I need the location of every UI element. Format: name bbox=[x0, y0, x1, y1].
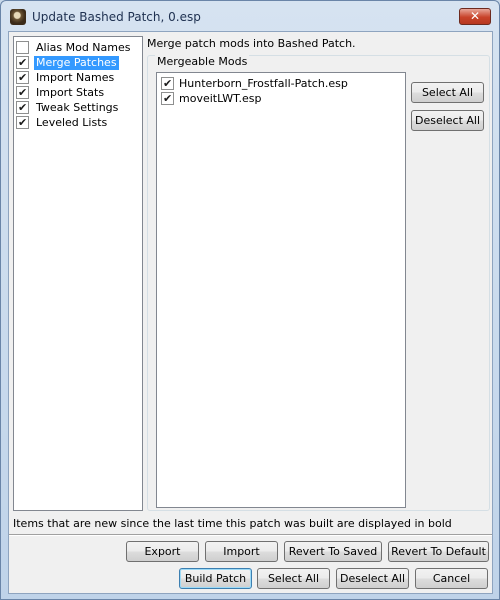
checkbox[interactable]: ✔ bbox=[16, 86, 29, 99]
check-icon: ✔ bbox=[163, 92, 173, 105]
select-all-button[interactable]: Select All bbox=[257, 568, 330, 589]
export-button[interactable]: Export bbox=[126, 541, 199, 562]
mods-select-all-button[interactable]: Select All bbox=[411, 82, 484, 103]
window-title: Update Bashed Patch, 0.esp bbox=[32, 10, 201, 24]
deselect-all-button[interactable]: Deselect All bbox=[336, 568, 409, 589]
checkbox[interactable]: ✔ bbox=[16, 116, 29, 129]
patch-item-leveled-lists[interactable]: ✔ Leveled Lists bbox=[16, 115, 140, 130]
mods-list: ✔ Hunterborn_Frostfall-Patch.esp ✔ movei… bbox=[156, 72, 406, 508]
check-icon: ✔ bbox=[18, 71, 28, 84]
mergeable-mods-group: Mergeable Mods ✔ Hunterborn_Frostfall-Pa… bbox=[147, 55, 490, 511]
patch-description: Merge patch mods into Bashed Patch. bbox=[147, 37, 356, 50]
checkbox[interactable]: ✔ bbox=[161, 77, 174, 90]
check-icon: ✔ bbox=[18, 56, 28, 69]
mod-item[interactable]: ✔ Hunterborn_Frostfall-Patch.esp bbox=[161, 76, 350, 91]
cancel-button[interactable]: Cancel bbox=[415, 568, 488, 589]
patch-item-label: Import Names bbox=[36, 70, 115, 84]
patch-item-label: Alias Mod Names bbox=[36, 40, 131, 54]
mod-label: Hunterborn_Frostfall-Patch.esp bbox=[179, 76, 348, 90]
group-title: Mergeable Mods bbox=[155, 55, 250, 68]
bold-items-note: Items that are new since the last time t… bbox=[13, 517, 452, 530]
patch-item-label: Import Stats bbox=[36, 85, 105, 99]
patch-list: Alias Mod Names ✔ Merge Patches ✔ Import… bbox=[13, 36, 143, 511]
checkbox[interactable]: ✔ bbox=[16, 71, 29, 84]
patch-item-tweak-settings[interactable]: ✔ Tweak Settings bbox=[16, 100, 140, 115]
close-button[interactable]: ✕ bbox=[459, 8, 491, 25]
dialog-window: Update Bashed Patch, 0.esp ✕ Alias Mod N… bbox=[0, 0, 500, 600]
patch-item-alias-mod-names[interactable]: Alias Mod Names bbox=[16, 40, 140, 55]
checkbox[interactable]: ✔ bbox=[161, 92, 174, 105]
patch-item-label: Merge Patches bbox=[34, 55, 119, 70]
mod-label: moveitLWT.esp bbox=[179, 91, 262, 105]
import-button[interactable]: Import bbox=[205, 541, 278, 562]
patch-item-label: Tweak Settings bbox=[36, 100, 119, 114]
patch-item-label: Leveled Lists bbox=[36, 115, 108, 129]
revert-to-default-button[interactable]: Revert To Default bbox=[388, 541, 489, 562]
patch-item-import-stats[interactable]: ✔ Import Stats bbox=[16, 85, 140, 100]
revert-to-saved-button[interactable]: Revert To Saved bbox=[284, 541, 382, 562]
check-icon: ✔ bbox=[18, 101, 28, 114]
app-icon bbox=[10, 9, 26, 25]
check-icon: ✔ bbox=[163, 77, 173, 90]
mod-item[interactable]: ✔ moveitLWT.esp bbox=[161, 91, 263, 106]
build-patch-button[interactable]: Build Patch bbox=[179, 568, 252, 589]
mods-deselect-all-button[interactable]: Deselect All bbox=[411, 110, 484, 131]
checkbox[interactable]: ✔ bbox=[16, 101, 29, 114]
patch-item-import-names[interactable]: ✔ Import Names bbox=[16, 70, 140, 85]
separator bbox=[9, 534, 492, 536]
checkbox[interactable]: ✔ bbox=[16, 56, 29, 69]
dialog-content: Alias Mod Names ✔ Merge Patches ✔ Import… bbox=[8, 31, 493, 594]
patch-item-merge-patches[interactable]: ✔ Merge Patches bbox=[16, 55, 140, 70]
checkbox[interactable] bbox=[16, 41, 29, 54]
check-icon: ✔ bbox=[18, 116, 28, 129]
title-bar[interactable]: Update Bashed Patch, 0.esp ✕ bbox=[1, 1, 499, 31]
check-icon: ✔ bbox=[18, 86, 28, 99]
